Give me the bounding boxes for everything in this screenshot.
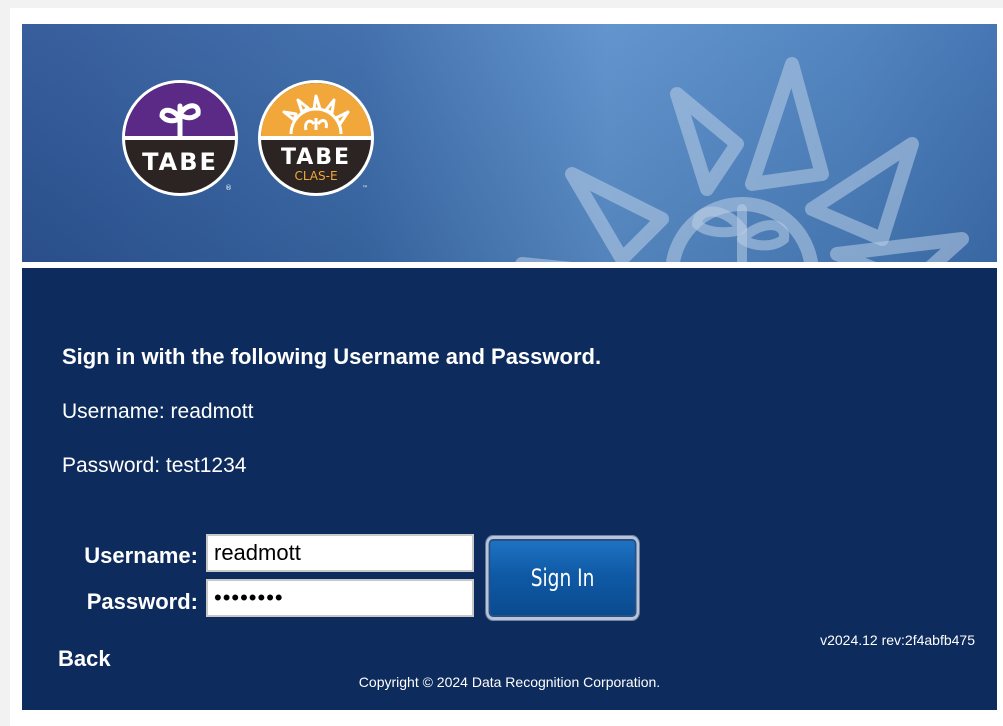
- header-banner: TABE ® TABE CLAS-E ™: [22, 24, 997, 262]
- password-input[interactable]: [206, 579, 474, 617]
- sign-in-button[interactable]: Sign In: [486, 536, 640, 620]
- instructions-password: Password: test1234: [62, 454, 247, 477]
- sign-in-label: Sign In: [530, 564, 595, 592]
- svg-text:CLAS-E: CLAS-E: [294, 169, 337, 183]
- instructions-title: Sign in with the following Username and …: [62, 344, 602, 369]
- copyright-text: Copyright © 2024 Data Recognition Corpor…: [358, 674, 661, 690]
- username-input[interactable]: [206, 534, 474, 572]
- login-panel: Sign in with the following Username and …: [22, 268, 997, 710]
- sun-watermark-icon: [515, 57, 969, 262]
- username-label: Username:: [84, 543, 198, 568]
- instructions-username: Username: readmott: [62, 400, 254, 423]
- password-label: Password:: [86, 589, 198, 614]
- version-text: v2024.12 rev:2f4abfb475: [820, 632, 975, 648]
- tabe-clase-logo: TABE CLAS-E ™: [258, 80, 374, 196]
- svg-text:TABE: TABE: [142, 148, 218, 176]
- back-link[interactable]: Back: [58, 646, 111, 672]
- tabe-logo: TABE ®: [122, 80, 238, 196]
- svg-text:™: ™: [362, 185, 368, 192]
- svg-text:®: ®: [225, 184, 232, 192]
- svg-text:TABE: TABE: [281, 145, 351, 170]
